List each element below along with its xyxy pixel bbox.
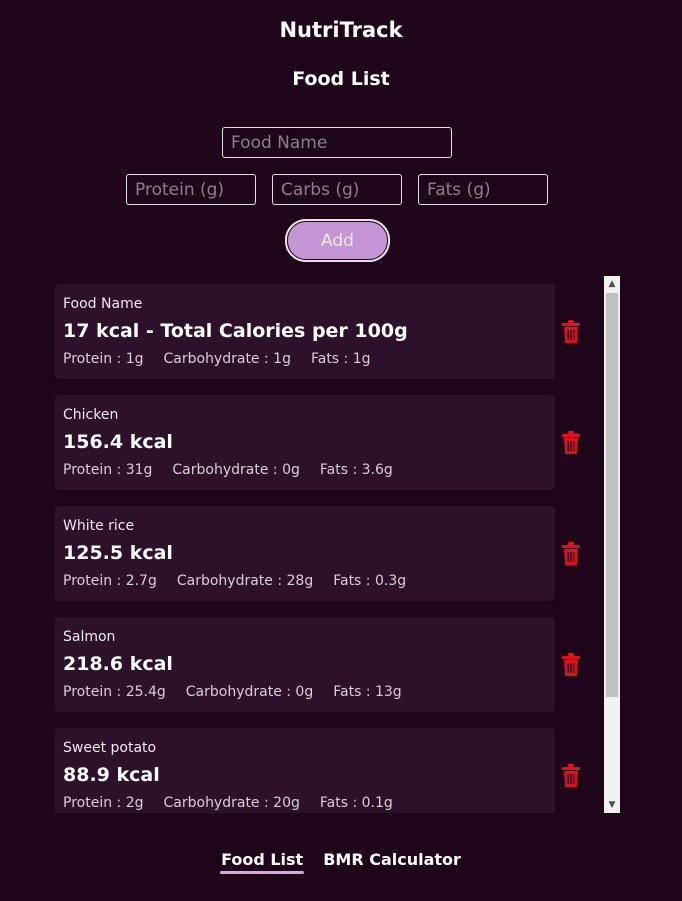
food-fats: Fats : 3.6g xyxy=(319,462,393,478)
food-name: Chicken xyxy=(63,407,119,423)
food-carbs: Carbohydrate : 20g xyxy=(163,795,300,811)
fats-input[interactable] xyxy=(418,174,548,205)
food-list[interactable]: Food Name 17 kcal - Total Calories per 10… xyxy=(55,276,621,813)
app-root: NutriTrack Food List Add Food Name 17 kca… xyxy=(0,0,682,901)
food-name: White rice xyxy=(63,518,135,534)
food-protein: Protein : 1g xyxy=(63,351,144,367)
food-protein: Protein : 31g xyxy=(63,462,153,478)
food-name-input[interactable] xyxy=(222,127,452,158)
food-calories: 17 kcal - Total Calories per 100g xyxy=(63,320,408,342)
trash-icon[interactable] xyxy=(561,542,581,566)
food-fats: Fats : 0.3g xyxy=(333,573,407,589)
add-button[interactable]: Add xyxy=(285,219,390,262)
food-card: White rice 125.5 kcal Protein : 2.7g Carboh… xyxy=(55,506,555,601)
trash-icon[interactable] xyxy=(561,764,581,788)
food-calories: 88.9 kcal xyxy=(63,764,160,786)
nav-food-list[interactable]: Food List xyxy=(220,850,305,874)
food-calories: 125.5 kcal xyxy=(63,542,173,564)
protein-input[interactable] xyxy=(126,174,256,205)
food-name: Food Name xyxy=(63,296,143,312)
food-carbs: Carbohydrate : 0g xyxy=(185,684,314,700)
food-card: Chicken 156.4 kcal Protein : 31g Carbohydra… xyxy=(55,395,555,490)
food-macros: Protein : 31g Carbohydrate : 0g Fats : 3.6… xyxy=(63,462,413,478)
food-name: Salmon xyxy=(63,629,116,645)
trash-icon[interactable] xyxy=(561,653,581,677)
food-carbs: Carbohydrate : 28g xyxy=(176,573,314,589)
scroll-up-arrow-icon[interactable]: ▲ xyxy=(604,276,620,292)
food-fats: Fats : 13g xyxy=(333,684,402,700)
food-macros: Protein : 1g Carbohydrate : 1g Fats : 1g xyxy=(63,351,391,367)
page-title: Food List xyxy=(292,68,390,90)
food-calories: 218.6 kcal xyxy=(63,653,173,675)
app-title: NutriTrack xyxy=(279,18,403,42)
food-protein: Protein : 2.7g xyxy=(63,573,157,589)
food-carbs: Carbohydrate : 0g xyxy=(172,462,300,478)
food-macros: Protein : 25.4g Carbohydrate : 0g Fats : 1… xyxy=(63,684,422,700)
food-card: Food Name 17 kcal - Total Calories per 10… xyxy=(55,284,555,379)
food-fats: Fats : 0.1g xyxy=(319,795,393,811)
food-calories: 156.4 kcal xyxy=(63,431,173,453)
scrollbar[interactable]: ▲ ▼ xyxy=(604,276,620,813)
food-fats: Fats : 1g xyxy=(310,351,371,367)
food-card: Salmon 218.6 kcal Protein : 25.4g Carbohydr… xyxy=(55,617,555,712)
carbs-input[interactable] xyxy=(272,174,402,205)
food-card: Sweet potato 88.9 kcal Protein : 2g Carbohy… xyxy=(55,728,555,813)
food-protein: Protein : 2g xyxy=(63,795,144,811)
nav-bmr-calculator[interactable]: BMR Calculator xyxy=(322,850,462,874)
food-macros: Protein : 2g Carbohydrate : 20g Fats : 0.1… xyxy=(63,795,413,811)
food-carbs: Carbohydrate : 1g xyxy=(163,351,291,367)
trash-icon[interactable] xyxy=(561,320,581,344)
food-protein: Protein : 25.4g xyxy=(63,684,166,700)
scroll-down-arrow-icon[interactable]: ▼ xyxy=(604,797,620,813)
food-macros: Protein : 2.7g Carbohydrate : 28g Fats : 0… xyxy=(63,573,426,589)
food-name: Sweet potato xyxy=(63,740,157,756)
bottom-nav: Food List BMR Calculator xyxy=(0,850,682,874)
trash-icon[interactable] xyxy=(561,431,581,455)
scrollbar-thumb[interactable] xyxy=(606,293,618,697)
